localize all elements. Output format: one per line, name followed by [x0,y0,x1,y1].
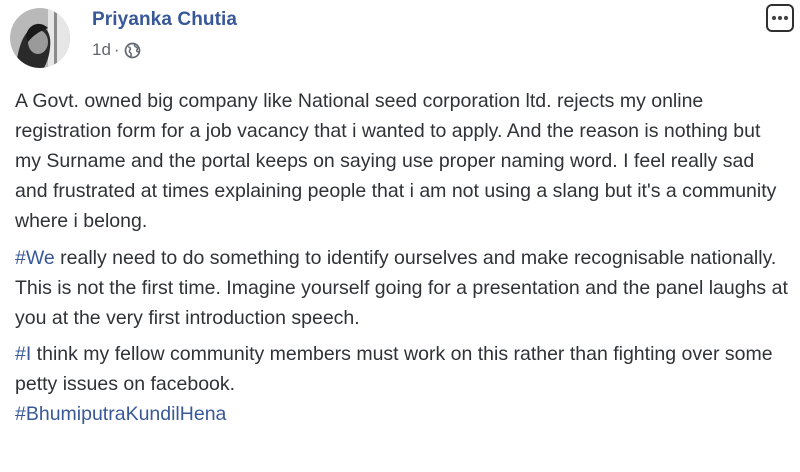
avatar[interactable] [10,8,70,68]
post-paragraph-3: #I think my fellow community members mus… [15,339,790,399]
avatar-image [10,8,70,68]
post-paragraph-2: #We really need to do something to ident… [15,243,790,333]
author-name[interactable]: Priyanka Chutia [92,8,237,32]
hashtag-link-we[interactable]: #We [15,247,55,269]
hashtag-link-i[interactable]: #I [15,343,31,365]
post-body: A Govt. owned big company like National … [15,86,790,429]
paragraph-text: A Govt. owned big company like National … [15,90,777,232]
post-timestamp[interactable]: 1d [92,40,111,60]
post-meta: Priyanka Chutia 1d · [92,8,237,60]
hashtag-link-bhumiputrakundilhena[interactable]: #BhumiputraKundilHena [15,403,226,425]
paragraph-text: really need to do something to identify … [15,247,788,329]
final-hashtag-line: #BhumiputraKundilHena [15,399,790,429]
more-options-icon [771,15,789,21]
timestamp-separator: · [113,40,120,59]
more-options-button[interactable] [766,4,794,32]
post-timestamp-row: 1d · [92,40,237,60]
globe-icon[interactable] [124,42,141,59]
post-header: Priyanka Chutia 1d · [10,4,237,74]
facebook-post: Priyanka Chutia 1d · A Govt. owned big c… [0,0,800,472]
post-paragraph-1: A Govt. owned big company like National … [15,86,790,236]
paragraph-text: think my fellow community members must w… [15,343,773,395]
